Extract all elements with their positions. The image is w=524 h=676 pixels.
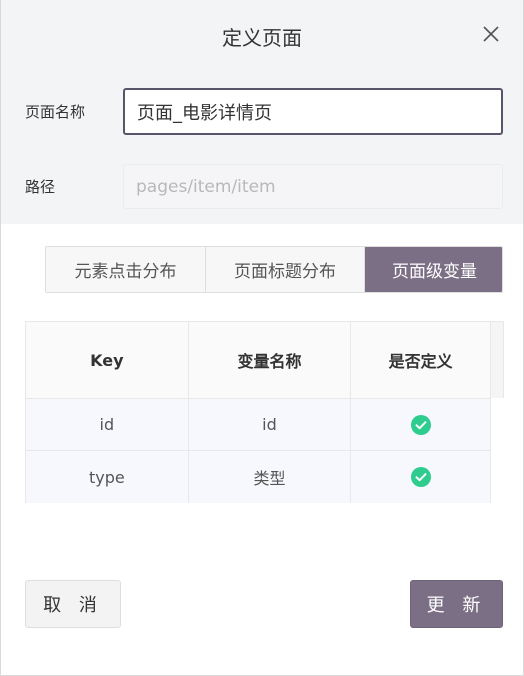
table-row[interactable]: type 类型 — [26, 451, 490, 503]
tab-element-click-distribution[interactable]: 元素点击分布 — [46, 247, 206, 292]
close-button[interactable] — [477, 20, 505, 48]
path-label: 路径 — [25, 178, 56, 196]
cancel-button[interactable]: 取 消 — [25, 580, 121, 628]
cell-defined — [351, 451, 490, 503]
cell-key: id — [26, 399, 189, 450]
column-header-defined: 是否定义 — [388, 352, 453, 371]
dialog-title: 定义页面 — [222, 26, 302, 50]
check-circle-icon — [410, 414, 431, 435]
path-input[interactable] — [123, 164, 503, 209]
column-header-variable-name: 变量名称 — [189, 322, 352, 398]
column-header-key: Key — [26, 322, 189, 398]
dialog-form-area: 定义页面 页面名称 路径 — [1, 0, 523, 224]
cell-variable-name: 类型 — [189, 451, 352, 503]
tab-page-title-distribution[interactable]: 页面标题分布 — [206, 247, 365, 292]
check-circle-icon — [410, 467, 431, 487]
close-icon — [483, 26, 499, 42]
cell-key: type — [26, 451, 189, 503]
tab-page-variables[interactable]: 页面级变量 — [365, 247, 502, 292]
table-row[interactable]: id id — [26, 399, 490, 451]
page-name-input[interactable] — [123, 88, 503, 135]
cell-variable-name: id — [189, 399, 352, 450]
table-header-row: Key 变量名称 是否定义 — [26, 322, 490, 399]
update-button[interactable]: 更 新 — [410, 580, 503, 628]
cell-defined — [351, 399, 490, 450]
page-name-label: 页面名称 — [25, 103, 86, 121]
define-page-dialog: 定义页面 页面名称 路径 元素点击分布 页面标题分布 页面级变量 Key 变量名… — [0, 0, 524, 676]
variables-table: Key 变量名称 是否定义 id id type 类型 — [25, 321, 491, 503]
tab-bar: 元素点击分布 页面标题分布 页面级变量 — [45, 246, 503, 293]
table-header-scroll-gutter — [491, 321, 504, 398]
